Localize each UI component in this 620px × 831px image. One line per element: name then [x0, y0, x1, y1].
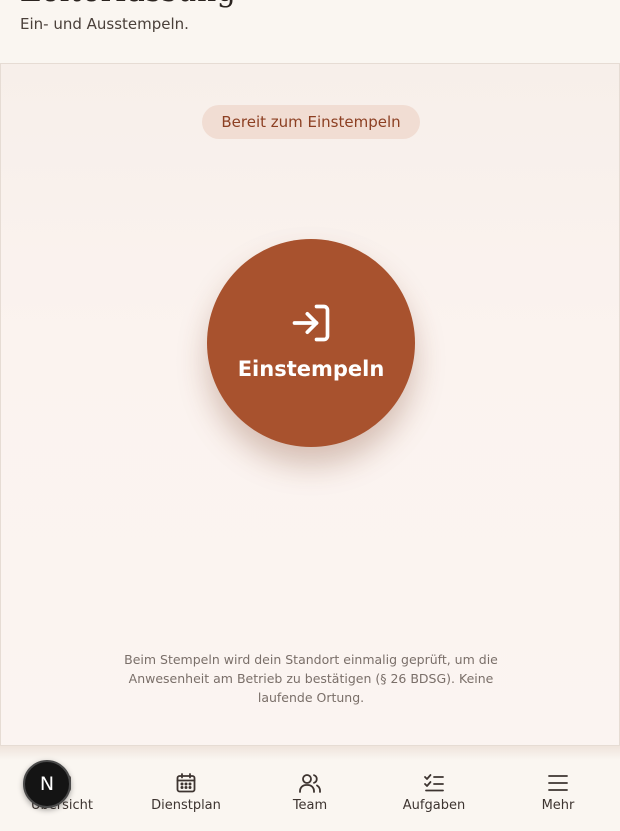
nav-label-schedule: Dienstplan — [151, 798, 221, 813]
clock-in-button[interactable]: Einstempeln — [207, 239, 415, 447]
page-subtitle: Ein- und Ausstempeln. — [20, 15, 189, 33]
nav-item-team[interactable]: Team — [248, 760, 372, 831]
status-badge: Bereit zum Einstempeln — [202, 105, 420, 139]
page-title: Zeiterfassung — [20, 0, 236, 9]
nav-label-tasks: Aufgaben — [402, 798, 466, 813]
bottom-navigation: Übersicht Dienstplan Team Aufgaben Mehr — [0, 760, 620, 831]
nav-item-more[interactable]: Mehr — [496, 760, 620, 831]
clock-in-label: Einstempeln — [237, 357, 385, 381]
nav-item-schedule[interactable]: Dienstplan — [124, 760, 248, 831]
checklist-icon — [424, 774, 444, 792]
nav-item-tasks[interactable]: Aufgaben — [372, 760, 496, 831]
location-privacy-notice: Beim Stempeln wird dein Standort einmali… — [124, 652, 498, 705]
nav-label-team: Team — [292, 798, 328, 813]
nav-label-more: Mehr — [541, 798, 575, 813]
clock-card: Bereit zum Einstempeln Einstempeln Beim … — [0, 63, 620, 746]
avatar[interactable]: N — [23, 760, 71, 808]
menu-icon — [548, 775, 568, 791]
time-tracking-screen: Zeiterfassung Ein- und Ausstempeln. Bere… — [0, 0, 620, 831]
calendar-icon — [176, 773, 196, 793]
log-in-icon — [292, 304, 330, 342]
nav-divider — [0, 746, 620, 760]
users-icon — [299, 774, 321, 793]
